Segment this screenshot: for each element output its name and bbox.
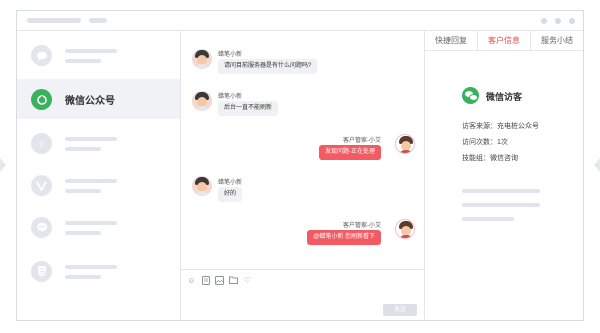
emoji-icon[interactable]: ☺ (187, 276, 196, 285)
user-avatar (192, 91, 212, 111)
user-avatar (192, 176, 212, 196)
user-avatar (192, 49, 212, 69)
skeleton-line (462, 189, 540, 193)
title-placeholder (27, 18, 81, 23)
tab-service-summary[interactable]: 服务小结 (531, 31, 583, 50)
music-note-icon: ♪ (31, 133, 52, 154)
folder-icon[interactable] (229, 276, 238, 285)
subtitle-placeholder (89, 18, 107, 23)
agent-avatar (395, 134, 415, 154)
skeleton-line (462, 217, 514, 221)
html5-icon (31, 261, 52, 282)
wechat-icon (462, 87, 479, 104)
carousel-prev-arrow[interactable] (0, 158, 6, 172)
skeleton-line (65, 137, 117, 141)
sidebar-item-wechat-official-account[interactable]: 微信公众号 (17, 79, 180, 119)
skeleton-line (65, 221, 117, 225)
sidebar-item-label: 微信公众号 (65, 96, 115, 107)
tab-customer-info[interactable]: 客户信息 (477, 31, 531, 50)
message-list: 蜡笔小新 请问目前服务器是有什么问题吗? 蜡笔小新 后台一直不能刷新 客户管家-… (181, 31, 424, 269)
window-control-dot[interactable] (541, 18, 547, 24)
chat-panel: 蜡笔小新 请问目前服务器是有什么问题吗? 蜡笔小新 后台一直不能刷新 客户管家-… (181, 31, 425, 320)
send-button[interactable]: 发送 (383, 304, 417, 316)
file-icon[interactable] (201, 276, 210, 285)
info-tabs: 快捷回复 客户信息 服务小结 (425, 31, 583, 51)
tab-quick-reply[interactable]: 快捷回复 (425, 31, 477, 50)
message-sender: 蜡笔小新 (218, 180, 243, 186)
agent-avatar (395, 219, 415, 239)
message-sender: 蜡笔小新 (218, 94, 243, 100)
skeleton-line (65, 275, 101, 279)
wechat-official-account-icon (31, 89, 52, 110)
v-logo-icon (31, 175, 52, 196)
sidebar-item-messenger[interactable] (17, 209, 180, 249)
message-input-area[interactable]: ☺ ♡ 发送 (181, 269, 424, 320)
chat-app-window: 微信公众号 ♪ 蜡笔小新 请问目前服务器是有什么问题吗? 蜡笔小新 后台一直不能… (16, 10, 584, 321)
heart-icon[interactable]: ♡ (243, 276, 252, 285)
window-control-dot[interactable] (555, 18, 561, 24)
channel-sidebar: 微信公众号 ♪ (17, 31, 181, 320)
message-sender: 客户管家-小艾 (343, 138, 381, 144)
chat-bubble-icon (31, 45, 52, 66)
skeleton-line (65, 265, 117, 269)
message-sender: 客户管家-小艾 (343, 223, 381, 229)
title-bar (17, 11, 583, 31)
message-bubble: 请问目前服务器是有什么问题吗? (218, 59, 318, 74)
sidebar-item-html5[interactable] (17, 253, 180, 293)
customer-info-panel: 快捷回复 客户信息 服务小结 微信访客 访客来源：充电桩公众号 访问次数：1次 … (425, 31, 583, 320)
skeleton-line (65, 189, 101, 193)
messenger-icon (31, 217, 52, 238)
message-sender: 蜡笔小新 (218, 52, 243, 58)
skeleton-line (65, 49, 117, 53)
skeleton-line (65, 231, 101, 235)
skeleton-line (65, 179, 117, 183)
sidebar-item-chat[interactable] (17, 37, 180, 77)
image-icon[interactable] (215, 276, 224, 285)
message-bubble: 后台一直不能刷新 (218, 101, 279, 116)
window-control-dot[interactable] (569, 18, 575, 24)
sidebar-item-music[interactable]: ♪ (17, 125, 180, 165)
message-bubble: 发现问题-正在处理 (319, 145, 381, 160)
message-bubble: @蜡笔小新 您刷新看下 (307, 230, 381, 245)
sidebar-item-v[interactable] (17, 167, 180, 207)
visit-count: 访问次数：1次 (462, 139, 508, 146)
carousel-next-arrow[interactable] (594, 158, 600, 172)
visitor-title: 微信访客 (486, 92, 523, 102)
skill-group: 技能组：微信咨询 (462, 155, 518, 162)
skeleton-line (65, 147, 101, 151)
visitor-source: 访客来源：充电桩公众号 (462, 123, 539, 130)
message-bubble: 好的 (218, 187, 243, 202)
skeleton-line (65, 59, 101, 63)
skeleton-line (462, 203, 540, 207)
